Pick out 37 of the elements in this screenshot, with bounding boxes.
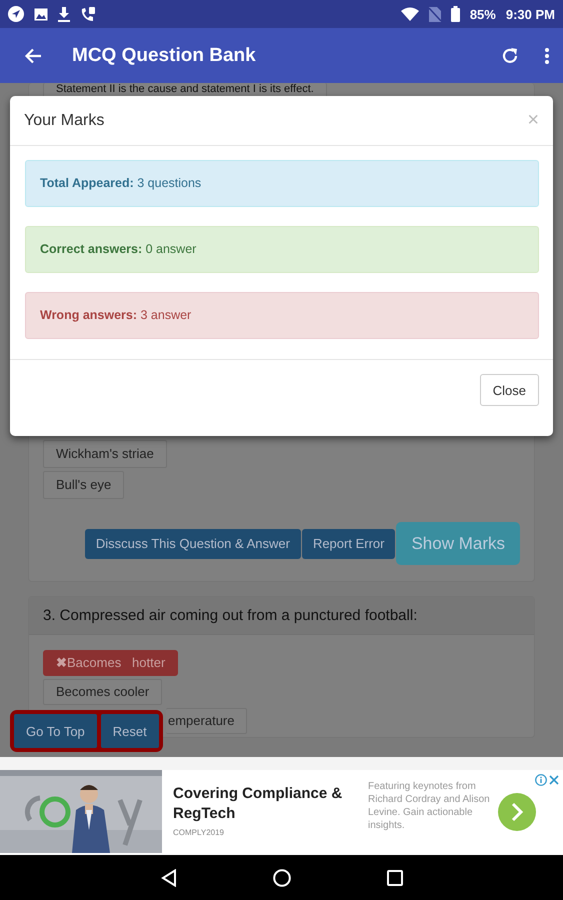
- ad-banner[interactable]: Covering Compliance & RegTech COMPLY2019 Featuring keynotes from Richard Cordray and Alison Levine. Gain actionable insights.: [0, 770, 563, 855]
- navigation-icon: [8, 6, 24, 22]
- no-sim-icon: [428, 6, 441, 22]
- answer-option[interactable]: Bull's eye: [43, 471, 124, 499]
- back-icon[interactable]: [160, 868, 176, 886]
- question-title: 3. Compressed air coming out from a punctured football:: [29, 597, 534, 635]
- home-icon[interactable]: [272, 868, 290, 886]
- result-alert: Total Appeared: 3 questions: [25, 160, 539, 207]
- floating-button[interactable]: Reset: [100, 714, 159, 748]
- info-icon[interactable]: [535, 774, 547, 786]
- phone-icon: [80, 6, 95, 22]
- recents-icon[interactable]: [386, 870, 402, 886]
- result-alert: Correct answers: 0 answer: [25, 226, 539, 273]
- battery-icon: [450, 6, 460, 22]
- close-icon[interactable]: [549, 775, 559, 785]
- refresh-icon[interactable]: [501, 46, 519, 64]
- app-title: MCQ Question Bank: [72, 44, 257, 66]
- download-icon: [58, 6, 70, 22]
- answer-option[interactable]: Becomes cooler: [43, 679, 162, 705]
- answer-option[interactable]: Wickham's striae: [43, 440, 167, 468]
- close-button[interactable]: Close: [480, 374, 539, 406]
- answer-option[interactable]: ✖Bacomes hotter: [43, 650, 178, 676]
- image-icon: [34, 8, 48, 20]
- ad-source: COMPLY2019: [173, 828, 225, 837]
- battery-percentage: 85%: [470, 6, 496, 22]
- more-options-icon[interactable]: [545, 48, 549, 64]
- clock: 9:30 PM: [506, 6, 555, 22]
- ad-headline[interactable]: Covering Compliance & RegTech: [173, 784, 368, 824]
- result-alert: Wrong answers: 3 answer: [25, 292, 539, 339]
- action-button[interactable]: Report Error: [302, 528, 396, 558]
- back-arrow-icon[interactable]: [24, 48, 42, 64]
- dialog-title: Your Marks: [24, 112, 104, 130]
- floating-button[interactable]: Go To Top: [14, 714, 97, 748]
- wifi-icon: [400, 7, 419, 21]
- ad-description: Featuring keynotes from Richard Cordray and Alison Levine. Gain actionable insights.: [368, 780, 491, 833]
- answer-option[interactable]: emperature: [166, 708, 248, 734]
- action-button[interactable]: Disscuss This Question & Answer: [84, 528, 301, 558]
